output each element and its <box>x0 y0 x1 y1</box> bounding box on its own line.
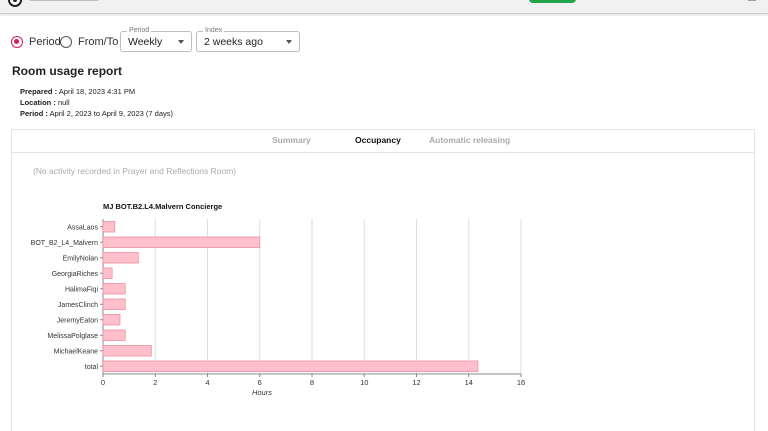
category-label: EmilyNolan <box>63 255 99 262</box>
category-label: MelissaPolglase <box>47 333 98 340</box>
bar <box>102 283 126 295</box>
category-label: AssaLaos <box>67 224 98 231</box>
bar <box>102 221 116 233</box>
bar <box>102 314 121 326</box>
x-axis-title: Hours <box>252 388 272 397</box>
x-tick-label: 4 <box>205 378 209 387</box>
category-label: JamesClinch <box>58 302 98 309</box>
category-label: GeorgiaRiches <box>52 271 99 278</box>
category-label: total <box>85 364 99 371</box>
bar <box>102 329 126 341</box>
x-tick-label: 12 <box>412 378 420 387</box>
x-tick-label: 2 <box>153 378 157 387</box>
bar <box>102 267 113 279</box>
category-label: JeremyEaton <box>57 317 98 324</box>
occupancy-bar-chart: 0 2 4 6 8 10 12 14 16 Hours AssaLaos BOT_B2_L4_Malv… <box>31 219 525 397</box>
bar <box>102 236 261 248</box>
x-tick-label: 14 <box>465 378 473 387</box>
bar <box>102 360 479 372</box>
bar <box>102 252 139 264</box>
category-label: BOT_B2_L4_Malvern <box>31 240 98 247</box>
category-label: HalimaFiqi <box>65 286 99 293</box>
bar <box>102 345 152 357</box>
x-tick-label: 0 <box>101 378 105 387</box>
x-tick-label: 16 <box>517 378 525 387</box>
x-tick-label: 6 <box>258 378 262 387</box>
x-tick-label: 10 <box>360 378 368 387</box>
bar <box>102 298 126 310</box>
category-label: MichaelKeane <box>54 348 98 355</box>
x-tick-label: 8 <box>310 378 314 387</box>
